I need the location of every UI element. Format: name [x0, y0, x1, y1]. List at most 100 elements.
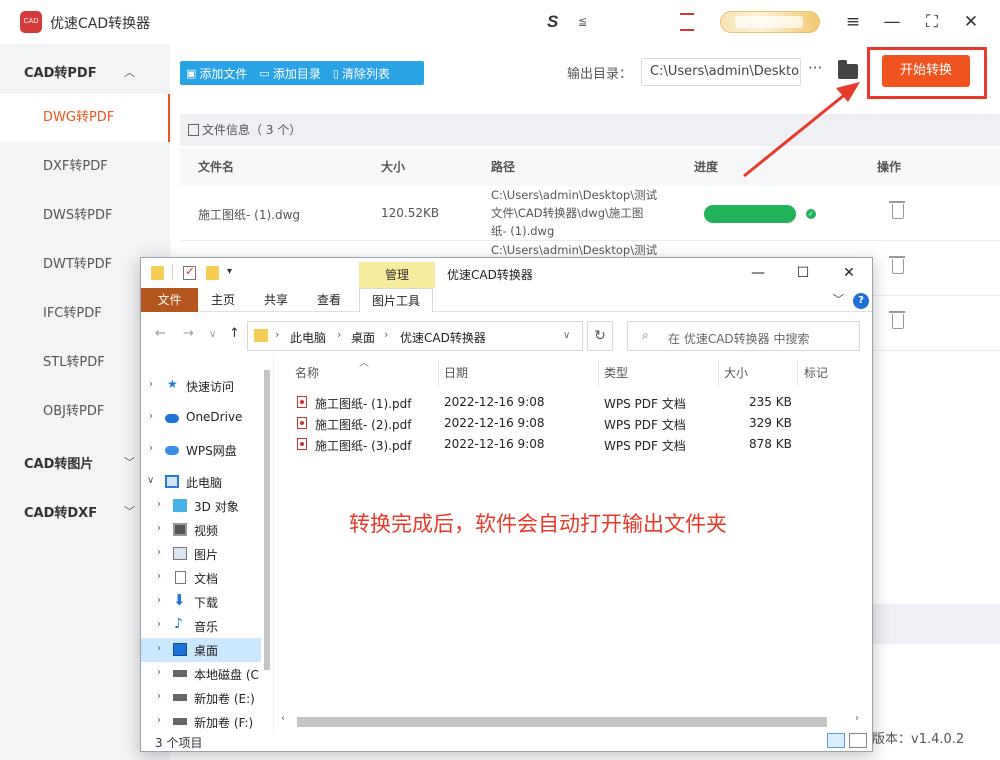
tree-item-label: 音乐: [194, 620, 219, 634]
version-label: 版本：v1.4.0.2: [872, 732, 965, 747]
chevron-right-icon: ›: [157, 523, 161, 534]
col-divider: [718, 360, 719, 386]
file-item-date: 2022-12-16 9:08: [444, 416, 545, 430]
file-list-item[interactable]: 施工图纸- (3).pdf 2022-12-16 9:08 WPS PDF 文档…: [291, 434, 811, 455]
back-arrow-icon[interactable]: ←: [155, 326, 166, 341]
tree-item-label: WPS网盘: [186, 444, 237, 458]
chevron-down-icon[interactable]: ﹀: [124, 454, 135, 470]
scroll-thumb[interactable]: [264, 370, 270, 670]
col-header-size: 大小: [381, 160, 406, 174]
ribbon-expand-chevron-icon[interactable]: ﹀: [833, 291, 844, 307]
chevron-down-icon[interactable]: ﹀: [124, 503, 135, 519]
close-button[interactable]: ✕: [959, 10, 983, 34]
ribbon-tab-picture-tools[interactable]: 图片工具: [359, 288, 434, 312]
list-col-date[interactable]: 日期: [444, 364, 468, 381]
tree-item-3d-objects[interactable]: › 3D 对象: [141, 494, 261, 518]
address-dropdown-icon[interactable]: ∨: [563, 330, 570, 341]
manage-tab[interactable]: 管理: [359, 262, 435, 288]
details-view-icon[interactable]: [827, 733, 845, 748]
tree-item-label: 3D 对象: [194, 500, 239, 514]
chevron-up-icon[interactable]: ︿: [124, 64, 135, 80]
sidebar-item-dwg-to-pdf[interactable]: DWG转PDF: [0, 94, 170, 142]
forward-arrow-icon[interactable]: →: [183, 326, 194, 341]
delete-icon[interactable]: [889, 256, 905, 274]
explorer-minimize-button[interactable]: —: [743, 262, 773, 284]
chevron-right-icon: ›: [157, 715, 161, 726]
tree-item-volume-f[interactable]: › 新加卷 (F:): [141, 710, 261, 730]
tree-item-desktop[interactable]: › 桌面: [141, 638, 261, 662]
address-bar[interactable]: › 此电脑 › 桌面 › 优速CAD转换器 ∨: [247, 321, 583, 351]
scroll-thumb[interactable]: [297, 717, 827, 727]
skin-icon[interactable]: S: [547, 12, 558, 32]
sidebar-group-cad-to-image[interactable]: CAD转图片: [24, 453, 93, 472]
help-icon[interactable]: ?: [853, 293, 869, 309]
clear-list-button[interactable]: ▯ 清除列表: [327, 65, 396, 82]
add-file-label: 添加文件: [199, 66, 248, 81]
list-col-tags[interactable]: 标记: [804, 364, 828, 381]
star-icon: ★: [167, 377, 178, 391]
sidebar-item-dws-to-pdf[interactable]: DWS转PDF: [0, 192, 170, 240]
delete-icon[interactable]: [889, 201, 905, 219]
new-folder-icon[interactable]: [206, 266, 219, 280]
file-info-bar: 文件信息（ 3 个）: [180, 114, 1000, 146]
list-col-name[interactable]: 名称: [295, 364, 319, 381]
recent-chevron-icon[interactable]: ∨: [209, 329, 216, 340]
scroll-right-icon[interactable]: ›: [855, 713, 859, 724]
breadcrumb-desktop[interactable]: 桌面: [351, 329, 375, 346]
browse-more-button[interactable]: ···: [808, 59, 822, 77]
tree-item-this-pc[interactable]: ∨ 此电脑: [141, 470, 261, 494]
file-name: 施工图纸- (1).dwg: [198, 208, 301, 222]
ribbon-tab-file[interactable]: 文件: [141, 288, 198, 312]
file-item-size: 329 KB: [749, 416, 792, 430]
menu-icon[interactable]: ≡: [841, 10, 865, 34]
feedback-icon[interactable]: [680, 13, 694, 31]
start-convert-button[interactable]: 开始转换: [882, 55, 970, 87]
up-arrow-icon[interactable]: ↑: [229, 326, 240, 341]
col-header-action: 操作: [877, 160, 902, 174]
open-folder-icon[interactable]: [838, 60, 858, 79]
sidebar-group-cad-to-dxf[interactable]: CAD转DXF: [24, 502, 97, 521]
chevron-right-icon: ›: [157, 547, 161, 558]
tree-item-music[interactable]: › ♪ 音乐: [141, 614, 261, 638]
horizontal-scrollbar[interactable]: ‹ ›: [277, 713, 867, 729]
cube-icon: [173, 499, 187, 512]
delete-icon[interactable]: [889, 311, 905, 329]
tree-item-videos[interactable]: › 视频: [141, 518, 261, 542]
tree-item-quick-access[interactable]: › ★ 快速访问: [141, 374, 261, 398]
dropdown-arrow-icon[interactable]: ▾: [227, 266, 232, 277]
scroll-left-icon[interactable]: ‹: [281, 713, 285, 724]
vip-account-badge[interactable]: [720, 11, 820, 33]
file-list-item[interactable]: 施工图纸- (1).pdf 2022-12-16 9:08 WPS PDF 文档…: [291, 392, 811, 413]
tree-item-local-disk-c[interactable]: › 本地磁盘 (C: [141, 662, 261, 686]
properties-check-icon[interactable]: [183, 264, 196, 280]
tree-item-downloads[interactable]: › ⬇ 下载: [141, 590, 261, 614]
explorer-ribbon: 文件 主页 共享 查看 图片工具 ﹀ ?: [141, 288, 872, 312]
ribbon-tab-home[interactable]: 主页: [211, 288, 235, 312]
sidebar-group-cad-to-pdf[interactable]: CAD转PDF: [24, 62, 97, 81]
breadcrumb-current-folder[interactable]: 优速CAD转换器: [400, 329, 486, 346]
tree-item-documents[interactable]: › 文档: [141, 566, 261, 590]
ribbon-tab-view[interactable]: 查看: [317, 288, 341, 312]
tree-item-wps-drive[interactable]: › WPS网盘: [141, 438, 261, 462]
sidebar-item-dxf-to-pdf[interactable]: DXF转PDF: [0, 143, 170, 191]
tree-item-volume-e[interactable]: › 新加卷 (E:): [141, 686, 261, 710]
search-input[interactable]: ⌕ 在 优速CAD转换器 中搜索: [627, 321, 860, 351]
explorer-maximize-button[interactable]: ☐: [788, 262, 818, 284]
add-directory-button[interactable]: ▭ 添加目录: [253, 65, 326, 82]
large-icons-view-icon[interactable]: [849, 733, 867, 748]
file-list-item[interactable]: 施工图纸- (2).pdf 2022-12-16 9:08 WPS PDF 文档…: [291, 413, 811, 434]
maximize-button[interactable]: ⛶: [920, 10, 944, 34]
breadcrumb-this-pc[interactable]: 此电脑: [290, 329, 326, 346]
minimize-button[interactable]: —: [880, 10, 904, 34]
bottom-gray-panel: [870, 604, 1000, 644]
output-dir-input[interactable]: C:\Users\admin\Desktop: [641, 58, 801, 86]
tree-item-pictures[interactable]: › 图片: [141, 542, 261, 566]
explorer-close-button[interactable]: ✕: [834, 262, 864, 284]
tree-item-onedrive[interactable]: › OneDrive: [141, 406, 261, 430]
list-col-size[interactable]: 大小: [724, 364, 748, 381]
list-col-type[interactable]: 类型: [604, 364, 628, 381]
add-file-button[interactable]: ▣ 添加文件: [180, 65, 253, 82]
refresh-icon[interactable]: ↻: [587, 321, 613, 351]
tree-scrollbar[interactable]: [260, 360, 274, 730]
ribbon-tab-share[interactable]: 共享: [264, 288, 288, 312]
